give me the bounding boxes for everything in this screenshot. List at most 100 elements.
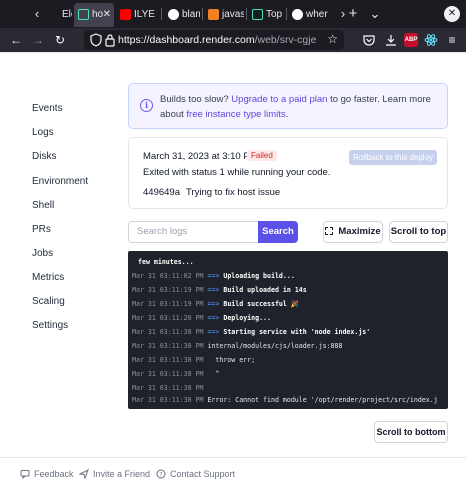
log-timestamp: Mar 31 03:11:38 PM xyxy=(132,384,204,392)
exit-message: Exited with status 1 while running your … xyxy=(143,167,331,178)
log-line: Mar 31 03:11:38 PM throw err; xyxy=(132,356,255,364)
tab-separator xyxy=(246,8,247,20)
tab-title: Elep xyxy=(62,9,72,20)
tab-title: ILYE xyxy=(134,9,155,20)
tab-title: Top I xyxy=(266,9,284,20)
tab-title: ho xyxy=(92,9,104,20)
browser-tab[interactable]: ILYE xyxy=(116,3,160,27)
window-close-icon[interactable]: ✕ xyxy=(444,6,460,22)
sidebar-item-scaling[interactable]: Scaling xyxy=(32,296,65,307)
log-message: ^ xyxy=(207,370,220,378)
log-timestamp: Mar 31 03:11:19 PM xyxy=(132,286,204,294)
stackoverflow-favicon-icon xyxy=(208,9,219,20)
log-line: Mar 31 03:11:19 PM ==> Build uploaded in… xyxy=(132,286,307,294)
sidebar-item-settings[interactable]: Settings xyxy=(32,320,68,331)
log-message: throw err; xyxy=(207,356,256,364)
upgrade-plan-link[interactable]: Upgrade to a paid plan xyxy=(231,94,327,105)
browser-tab[interactable]: javas xyxy=(204,3,244,27)
back-icon[interactable]: ← xyxy=(8,32,24,48)
log-arrow: ==> xyxy=(207,300,220,308)
log-terminal[interactable]: few minutes... Mar 31 03:11:02 PM ==> Up… xyxy=(128,251,448,409)
tab-separator xyxy=(286,8,287,20)
maximize-icon xyxy=(325,227,334,235)
google-favicon-icon xyxy=(292,9,303,20)
send-icon xyxy=(78,468,89,480)
react-devtools-icon[interactable] xyxy=(424,33,438,47)
invite-friend-link[interactable]: Invite a Friend xyxy=(78,468,150,480)
sidebar-item-prs[interactable]: PRs xyxy=(32,224,51,235)
reload-icon[interactable]: ↻ xyxy=(52,32,68,48)
browser-tab[interactable]: Top I xyxy=(248,3,284,27)
sidebar-item-disks[interactable]: Disks xyxy=(32,151,56,162)
adblock-plus-icon[interactable]: ABP xyxy=(404,33,418,47)
sidebar-item-jobs[interactable]: Jobs xyxy=(32,248,53,259)
sidebar-item-logs[interactable]: Logs xyxy=(32,127,54,138)
browser-tab-strip: ‹ Elep ho ✕ ILYE blam javas Top I wher ›… xyxy=(0,0,466,28)
bookmark-star-icon[interactable]: ☆ xyxy=(327,32,338,46)
log-line: Mar 31 03:11:38 PM xyxy=(132,384,203,392)
log-message: Uploading build... xyxy=(223,272,295,280)
log-arrow: ==> xyxy=(207,328,220,336)
deploy-date: March 31, 2023 at 3:10 PM xyxy=(143,151,258,162)
render-favicon-icon xyxy=(252,9,263,20)
scroll-to-top-button[interactable]: Scroll to top xyxy=(389,221,448,243)
search-logs-input[interactable]: Search logs xyxy=(128,221,258,243)
downloads-icon[interactable] xyxy=(384,33,398,47)
banner-text: Builds too slow? Upgrade to a paid plan … xyxy=(160,92,442,122)
browser-nav-bar: ← → ↻ https://dashboard.render.com/web/s… xyxy=(0,28,466,52)
browser-tab[interactable]: wher xyxy=(288,3,330,27)
log-arrow: ==> xyxy=(207,286,220,294)
log-arrow: ==> xyxy=(207,272,220,280)
log-message: Deploying... xyxy=(223,314,271,322)
deploy-card: March 31, 2023 at 3:10 PM Failed Rollbac… xyxy=(128,137,448,209)
pocket-icon[interactable] xyxy=(362,33,376,47)
url-text: https://dashboard.render.com/web/srv-cgj… xyxy=(118,30,316,50)
forward-icon[interactable]: → xyxy=(30,32,46,48)
contact-support-link[interactable]: ? Contact Support xyxy=(156,469,235,479)
log-timestamp: Mar 31 03:11:38 PM xyxy=(132,396,204,404)
rollback-button[interactable]: Rollback to this deploy xyxy=(349,150,437,165)
sidebar-item-events[interactable]: Events xyxy=(32,103,63,114)
log-timestamp: Mar 31 03:11:38 PM xyxy=(132,328,204,336)
maximize-button[interactable]: Maximize xyxy=(323,221,383,243)
github-favicon-icon xyxy=(168,9,179,20)
log-line: Mar 31 03:11:19 PM ==> Build successful … xyxy=(132,300,299,308)
sidebar-item-shell[interactable]: Shell xyxy=(32,200,54,211)
commit-info: 449649a Trying to fix host issue xyxy=(143,187,280,198)
maximize-label: Maximize xyxy=(338,226,381,237)
status-badge: Failed xyxy=(247,150,277,161)
instance-limits-link[interactable]: free instance type limits xyxy=(186,109,285,120)
sidebar-item-environment[interactable]: Environment xyxy=(32,176,88,187)
feedback-icon xyxy=(20,470,30,480)
tab-close-icon[interactable]: ✕ xyxy=(103,3,111,27)
youtube-favicon-icon xyxy=(120,9,131,20)
commit-sha-link[interactable]: 449649a xyxy=(143,187,180,198)
log-line: Mar 31 03:11:02 PM ==> Uploading build..… xyxy=(132,272,295,280)
search-button[interactable]: Search xyxy=(258,221,298,243)
tracking-shield-icon[interactable] xyxy=(90,33,102,47)
lock-icon[interactable] xyxy=(104,33,116,47)
url-bar[interactable]: https://dashboard.render.com/web/srv-cgj… xyxy=(84,30,344,50)
scroll-to-bottom-button[interactable]: Scroll to bottom xyxy=(374,421,448,443)
log-message: Error: Cannot find module '/opt/render/p… xyxy=(207,396,438,404)
new-tab-icon[interactable]: + xyxy=(344,0,362,28)
log-timestamp: Mar 31 03:11:19 PM xyxy=(132,300,204,308)
sidebar-item-metrics[interactable]: Metrics xyxy=(32,272,64,283)
log-timestamp: Mar 31 03:11:02 PM xyxy=(132,272,204,280)
url-path: /web/srv-cgjejf64dada xyxy=(254,34,316,46)
tab-title: blam xyxy=(182,9,200,20)
log-timestamp: Mar 31 03:11:38 PM xyxy=(132,356,204,364)
log-message: Starting service with 'node index.js' xyxy=(223,328,371,336)
log-arrow: ==> xyxy=(207,314,220,322)
menu-hamburger-icon[interactable]: ≡ xyxy=(444,32,460,48)
tab-list-icon[interactable]: ⌄ xyxy=(366,0,384,28)
feedback-link[interactable]: Feedback xyxy=(20,469,74,480)
log-line: Mar 31 03:11:38 PM Error: Cannot find mo… xyxy=(132,396,438,404)
browser-tab-active[interactable]: ho ✕ xyxy=(74,3,114,27)
banner-text-part: Builds too slow? xyxy=(160,94,232,105)
page-footer: Feedback Invite a Friend ? Contact Suppor… xyxy=(0,457,466,500)
log-message: few minutes... xyxy=(138,258,194,266)
browser-tab[interactable]: blam xyxy=(164,3,200,27)
browser-tab[interactable]: Elep xyxy=(44,3,72,27)
render-dashboard-page: Events Logs Disks Environment Shell PRs … xyxy=(0,52,466,500)
